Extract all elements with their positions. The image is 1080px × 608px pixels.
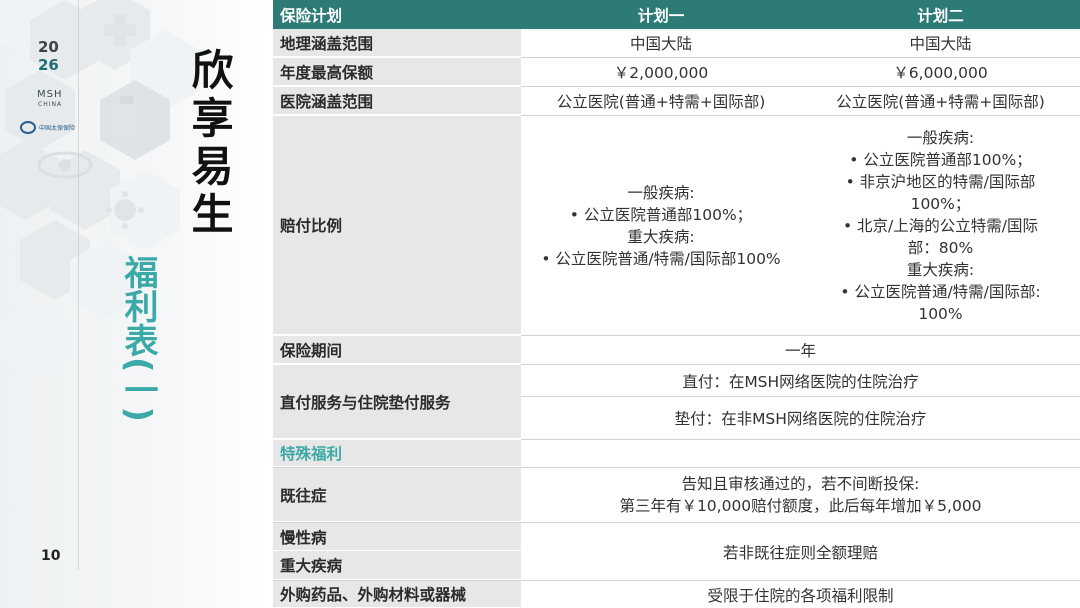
medical-cross-icon xyxy=(104,14,136,46)
row-label: 既往症 xyxy=(273,468,521,522)
section-label: 特殊福利 xyxy=(273,440,521,467)
table-row: 赔付比例 一般疾病: • 公立医院普通部100%； 重大疾病: • 公立医院普通… xyxy=(273,116,1080,335)
year-top: 20 xyxy=(38,38,59,56)
header-plan-1: 计划一 xyxy=(521,0,801,29)
ratio-line: • 公立医院普通/特需/国际部100% xyxy=(541,249,781,268)
virus-icon xyxy=(106,191,144,229)
cell-merged: 直付：在MSH网络医院的住院治疗 垫付：在非MSH网络医院的住院治疗 xyxy=(521,365,1080,439)
table-row: 医院涵盖范围 公立医院(普通+特需+国际部) 公立医院(普通+特需+国际部) xyxy=(273,87,1080,115)
cell-plan-2: 中国大陆 xyxy=(801,29,1080,57)
row-label: 外购药品、外购材料或器械 xyxy=(273,581,521,608)
ratio-line: • 公立医院普通部100%； xyxy=(849,150,1032,169)
direct-line-1: 直付：在MSH网络医院的住院治疗 xyxy=(521,365,1080,396)
table-section-row: 特殊福利 xyxy=(273,440,1080,467)
cell-plan-1: ￥2,000,000 xyxy=(521,58,801,86)
table-row: 地理涵盖范围 中国大陆 中国大陆 xyxy=(273,29,1080,57)
ratio-plan-2-text: 一般疾病: • 公立医院普通部100%； • 非京沪地区的特需/国际部 100%… xyxy=(840,127,1040,325)
ratio-plan-1-text: 一般疾病: • 公立医院普通部100%； 重大疾病: • 公立医院普通/特需/国… xyxy=(541,182,780,270)
ratio-line: 部：80% xyxy=(907,238,974,257)
ratio-line: 一般疾病: xyxy=(627,183,695,202)
header-plan-2: 计划二 xyxy=(801,0,1080,29)
preexisting-text: 告知且审核通过的，若不间断投保: 第三年有￥10,000赔付额度，此后每年增加￥… xyxy=(619,473,981,517)
benefits-table: 保险计划 计划一 计划二 地理涵盖范围 中国大陆 中国大陆 年度最高保额 ￥2,… xyxy=(273,0,1080,608)
cell-plan-2: 一般疾病: • 公立医院普通部100%； • 非京沪地区的特需/国际部 100%… xyxy=(801,116,1080,335)
eye-icon xyxy=(37,151,93,179)
table-row: 既往症 告知且审核通过的，若不间断投保: 第三年有￥10,000赔付额度，此后每… xyxy=(273,468,1080,522)
table-row: 保险期间 一年 xyxy=(273,336,1080,364)
clipboard-icon xyxy=(113,96,141,136)
page-title: 欣享易生 xyxy=(185,48,234,240)
page-subtitle: 福利表(一) xyxy=(118,255,158,423)
hexagon-decoration xyxy=(5,70,75,150)
brand-sub-text: CHINA xyxy=(38,101,63,108)
row-label: 地理涵盖范围 xyxy=(273,29,521,57)
ratio-line: • 北京/上海的公立特需/国际 xyxy=(842,216,1038,235)
table-row: 年度最高保额 ￥2,000,000 ￥6,000,000 xyxy=(273,58,1080,86)
preexisting-line-1: 告知且审核通过的，若不间断投保: xyxy=(681,475,920,493)
partner-logo: 中国太保保险 xyxy=(20,121,75,134)
partner-logo-text: 中国太保保险 xyxy=(39,125,76,132)
ratio-line: • 公立医院普通/特需/国际部: xyxy=(840,282,1041,301)
cell-merged-empty xyxy=(521,440,1080,467)
row-label: 医院涵盖范围 xyxy=(273,87,521,115)
cell-plan-2: ￥6,000,000 xyxy=(801,58,1080,86)
cell-plan-1: 公立医院(普通+特需+国际部) xyxy=(521,87,801,115)
cell-merged: 告知且审核通过的，若不间断投保: 第三年有￥10,000赔付额度，此后每年增加￥… xyxy=(521,468,1080,522)
ratio-line: 100%； xyxy=(910,194,971,213)
cell-merged: 一年 xyxy=(521,336,1080,364)
row-label: 年度最高保额 xyxy=(273,58,521,86)
cell-plan-1: 中国大陆 xyxy=(521,29,801,57)
ratio-line: 重大疾病: xyxy=(627,227,695,246)
hexagon-decoration xyxy=(0,300,70,380)
row-label: 保险期间 xyxy=(273,336,521,364)
page-number: 10 xyxy=(41,548,61,564)
row-label-group: 慢性病 重大疾病 xyxy=(273,523,521,580)
direct-line-2: 垫付：在非MSH网络医院的住院治疗 xyxy=(521,397,1080,439)
table-row: 慢性病 重大疾病 若非既往症则全额理赔 xyxy=(273,523,1080,580)
ratio-line: 重大疾病: xyxy=(906,260,975,279)
partner-logo-icon xyxy=(20,121,36,134)
header-label: 保险计划 xyxy=(273,0,521,29)
cell-plan-2: 公立医院(普通+特需+国际部) xyxy=(801,87,1080,115)
cell-plan-1: 一般疾病: • 公立医院普通部100%； 重大疾病: • 公立医院普通/特需/国… xyxy=(521,116,801,335)
cell-merged: 受限于住院的各项福利限制 xyxy=(521,581,1080,608)
ratio-line: • 非京沪地区的特需/国际部 xyxy=(845,172,1036,191)
preexisting-line-2: 第三年有￥10,000赔付额度，此后每年增加￥5,000 xyxy=(619,497,982,515)
row-label: 慢性病 xyxy=(273,523,521,551)
table-header-row: 保险计划 计划一 计划二 xyxy=(273,0,1080,29)
row-label: 直付服务与住院垫付服务 xyxy=(273,365,521,439)
ratio-line: • 公立医院普通部100%； xyxy=(569,205,753,224)
divider-line xyxy=(78,0,79,570)
row-label: 赔付比例 xyxy=(273,116,521,335)
table-row: 直付服务与住院垫付服务 直付：在MSH网络医院的住院治疗 垫付：在非MSH网络医… xyxy=(273,365,1080,439)
table-row: 外购药品、外购材料或器械 受限于住院的各项福利限制 xyxy=(273,581,1080,608)
year-bottom: 26 xyxy=(38,56,59,74)
cell-merged: 若非既往症则全额理赔 xyxy=(521,523,1080,580)
ratio-line: 100% xyxy=(918,304,963,323)
row-label: 重大疾病 xyxy=(273,551,521,580)
sidebar: 20 26 MSH CHINA 中国太保保险 欣享易生 福利表(一) 10 xyxy=(0,0,270,608)
ratio-line: 一般疾病: xyxy=(906,128,975,147)
brand-logo-text: MSH xyxy=(37,89,63,100)
